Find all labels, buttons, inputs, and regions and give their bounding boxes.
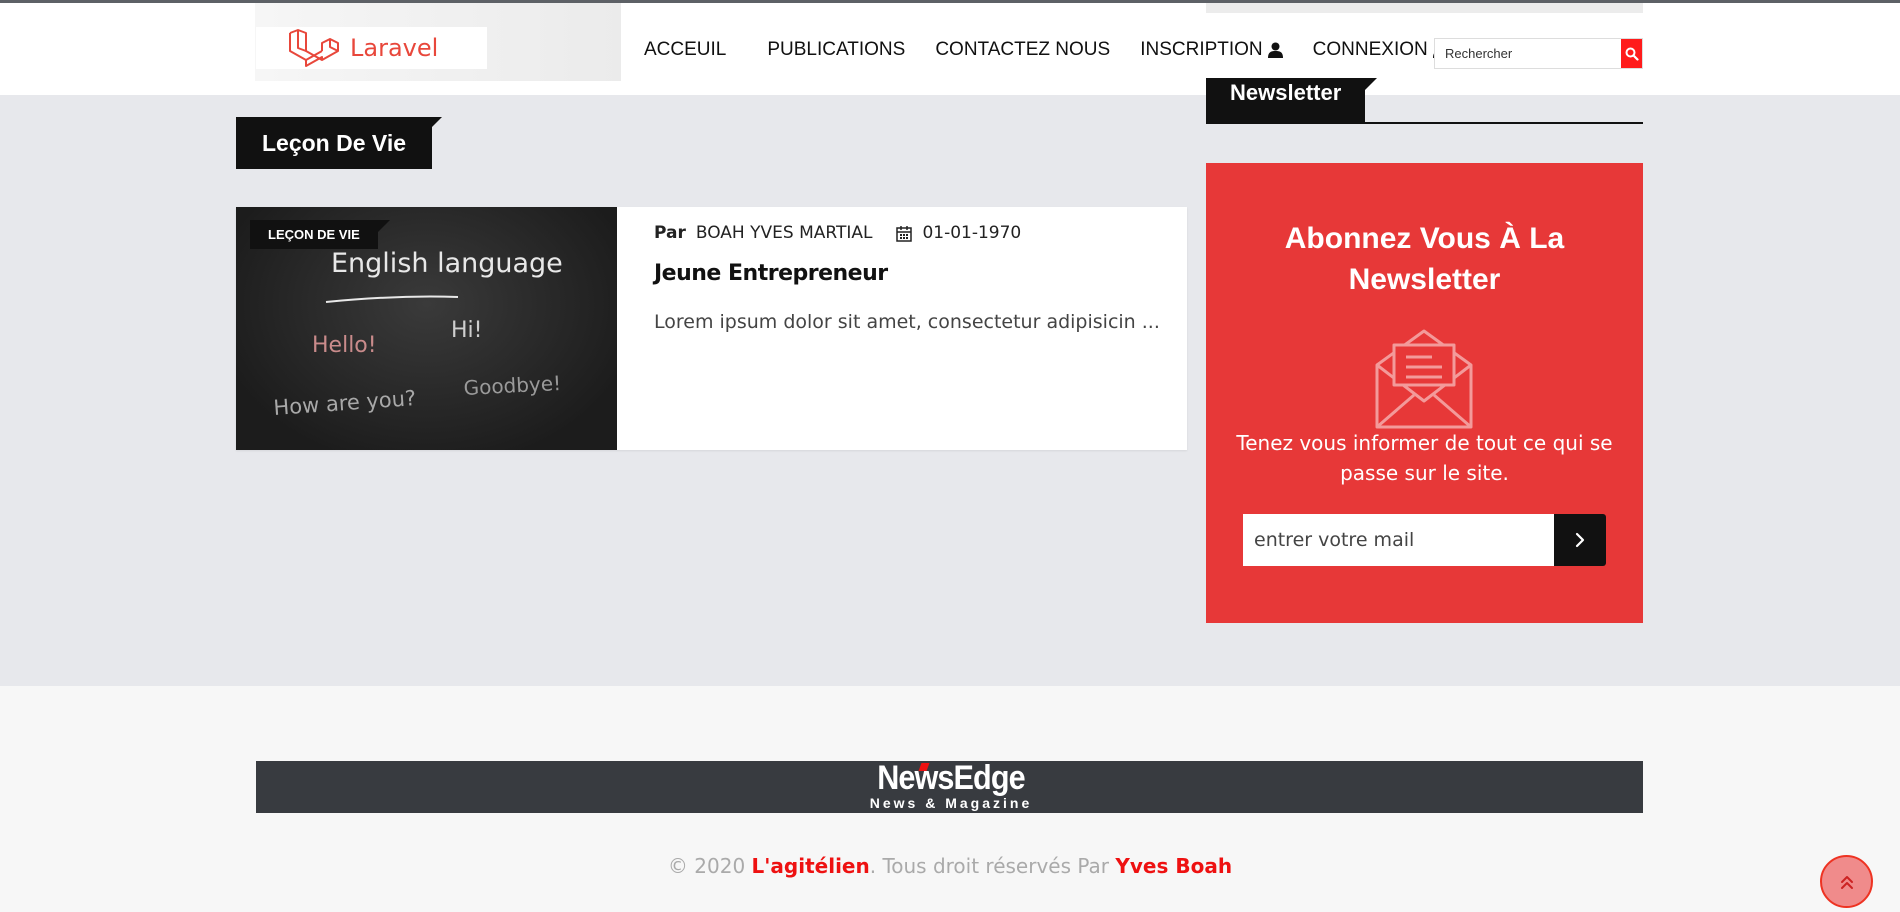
newsletter-description: Tenez vous informer de tout ce qui se pa… — [1236, 431, 1613, 485]
site-footer: NewsEdge News & Magazine © 2020 L'agitél… — [0, 686, 1900, 912]
nav-item-inscription[interactable]: INSCRIPTION — [1140, 39, 1283, 61]
newsletter-title: Abonnez Vous À La Newsletter — [1284, 222, 1565, 296]
footer-logo-bar: NewsEdge News & Magazine — [256, 761, 1643, 813]
back-to-top-button[interactable] — [1820, 855, 1873, 908]
copyright: © 2020 L'agitélien. Tous droit réservés … — [0, 854, 1900, 878]
post-title[interactable]: Jeune Entrepreneur — [654, 261, 888, 286]
search-form — [1434, 38, 1643, 69]
nav-item-label: ACCEUIL — [644, 39, 727, 60]
search-input[interactable] — [1435, 39, 1621, 68]
newsletter-form — [1243, 514, 1606, 566]
subscribe-button[interactable] — [1554, 514, 1606, 566]
email-field[interactable] — [1243, 514, 1554, 566]
by-label: Par — [654, 223, 686, 243]
image-text: English language — [331, 248, 563, 279]
footer-logo-sub: News & Magazine — [869, 795, 1033, 811]
newsletter-widget: Abonnez Vous À La Newsletter Tenez vous … — [1206, 163, 1643, 623]
nav-item-label: CONTACTEZ NOUS — [935, 39, 1111, 60]
site-name-link[interactable]: L'agitélien — [752, 854, 870, 878]
calendar-icon — [896, 225, 913, 242]
post-date: 01-01-1970 — [922, 223, 1022, 243]
post-meta: Par BOAH YVES MARTIAL 01-01-1970 — [654, 223, 1021, 243]
envelope-icon — [1375, 329, 1473, 429]
nav-item-label: PUBLICATIONS — [767, 39, 906, 60]
copyright-prefix: © 2020 — [667, 854, 752, 878]
main-nav: ACCEUIL PUBLICATIONS CONTACTEZ NOUS INSC… — [644, 39, 1478, 61]
header-background-strip — [1206, 3, 1643, 13]
site-logo[interactable]: Laravel — [256, 27, 487, 69]
nav-item-publications[interactable]: PUBLICATIONS — [767, 39, 905, 61]
post-excerpt: Lorem ipsum dolor sit amet, consectetur … — [654, 311, 1160, 333]
author-link[interactable]: Yves Boah — [1115, 854, 1232, 878]
widget-title-bar: Newsletter — [1206, 78, 1643, 124]
chevron-right-icon — [1575, 532, 1585, 548]
category-badge: LEÇON DE VIE — [250, 220, 390, 249]
search-icon — [1625, 47, 1639, 61]
section-title: Leçon De Vie — [236, 117, 443, 169]
nav-item-connexion[interactable]: CONNEXION — [1313, 39, 1448, 61]
post-card: English language Hello! Hi! How are you?… — [236, 207, 1187, 450]
image-text: Hello! — [312, 333, 377, 358]
laravel-logo-icon — [289, 29, 339, 67]
nav-item-contactez-nous[interactable]: CONTACTEZ NOUS — [935, 39, 1110, 61]
user-icon — [1267, 42, 1283, 58]
footer-logo-main: NewsEdge — [877, 759, 1025, 797]
footer-logo[interactable]: NewsEdge News & Magazine — [866, 761, 1036, 813]
nav-item-acceuil[interactable]: ACCEUIL — [644, 39, 726, 61]
widget-title: Newsletter — [1206, 78, 1378, 122]
image-text: How are you? — [273, 386, 417, 420]
logo-text: Laravel — [350, 34, 439, 62]
copyright-middle: . Tous droit réservés Par — [869, 854, 1116, 878]
nav-item-label: CONNEXION — [1312, 39, 1428, 60]
nav-item-label: INSCRIPTION — [1140, 39, 1263, 60]
widget-title-text: Newsletter — [1230, 80, 1342, 105]
search-button[interactable] — [1621, 39, 1642, 68]
image-text: Hi! — [451, 318, 482, 343]
image-text: Goodbye! — [463, 371, 562, 400]
post-image[interactable]: English language Hello! Hi! How are you?… — [236, 207, 617, 450]
double-chevron-up-icon — [1840, 875, 1853, 889]
post-author[interactable]: BOAH YVES MARTIAL — [696, 223, 873, 243]
